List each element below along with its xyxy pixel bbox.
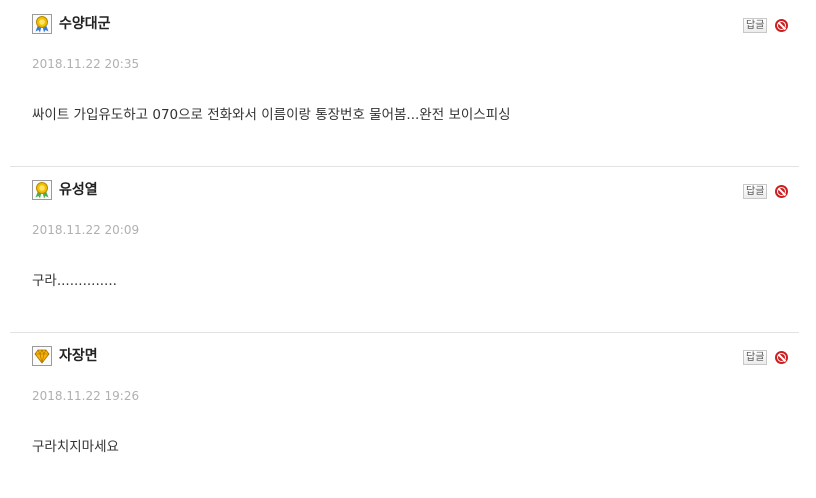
comment-author: 유성열	[59, 182, 98, 198]
comment-item: 수양대군 2018.11.22 20:35 싸이트 가입유도하고 070으로 전…	[10, 0, 799, 167]
comment-date: 2018.11.22 20:35	[32, 57, 140, 71]
comment-text: 구라..............	[32, 273, 117, 289]
comment-author: 자장면	[59, 348, 98, 364]
comment-text: 구라치지마세요	[32, 439, 119, 455]
diamond-icon	[32, 346, 52, 366]
reply-button[interactable]: 답글	[743, 18, 768, 33]
comment-date: 2018.11.22 20:09	[32, 223, 140, 237]
gold-medal-ribbon-icon	[32, 14, 52, 34]
delete-icon[interactable]	[775, 185, 788, 198]
comment-author: 수양대군	[59, 16, 111, 32]
comment-item: 자장면 2018.11.22 19:26 구라치지마세요 답글	[10, 332, 799, 498]
comment-item: 유성열 2018.11.22 20:09 구라.............. 답글	[10, 166, 799, 333]
reply-button[interactable]: 답글	[743, 350, 768, 365]
delete-icon[interactable]	[775, 19, 788, 32]
delete-icon[interactable]	[775, 351, 788, 364]
reply-button[interactable]: 답글	[743, 184, 768, 199]
comment-text: 싸이트 가입유도하고 070으로 전화와서 이름이랑 통장번호 물어봄...완전…	[32, 107, 511, 123]
gold-medal-ribbon-icon	[32, 180, 52, 200]
comment-list: 수양대군 2018.11.22 20:35 싸이트 가입유도하고 070으로 전…	[0, 0, 816, 490]
comment-date: 2018.11.22 19:26	[32, 389, 140, 403]
